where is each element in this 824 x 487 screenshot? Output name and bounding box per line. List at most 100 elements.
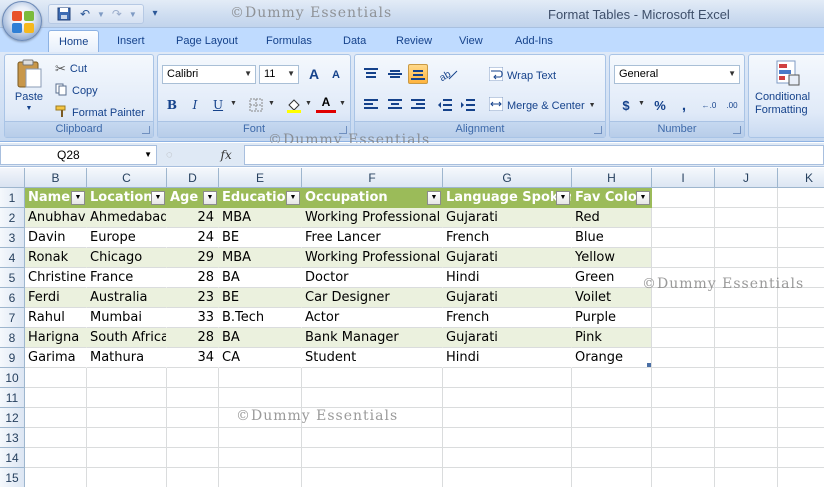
empty-cell[interactable] bbox=[87, 448, 167, 468]
table-cell[interactable]: 28 bbox=[167, 328, 219, 348]
cut-button[interactable]: ✂ Cut bbox=[55, 61, 87, 77]
tab-view[interactable]: View bbox=[449, 30, 493, 52]
tab-data[interactable]: Data bbox=[333, 30, 376, 52]
table-cell[interactable]: Working Professional bbox=[302, 248, 443, 268]
table-cell[interactable]: 23 bbox=[167, 288, 219, 308]
font-size-dropdown-icon[interactable]: ▼ bbox=[287, 69, 295, 78]
table-cell[interactable]: French bbox=[443, 228, 572, 248]
redo-dropdown-icon[interactable]: ▼ bbox=[129, 10, 137, 19]
table-cell[interactable]: Free Lancer bbox=[302, 228, 443, 248]
align-top-icon[interactable] bbox=[361, 64, 381, 84]
underline-button[interactable]: U bbox=[208, 95, 228, 115]
format-painter-button[interactable]: Format Painter bbox=[55, 105, 145, 121]
table-cell[interactable]: 28 bbox=[167, 268, 219, 288]
row-header-8[interactable]: 8 bbox=[0, 328, 25, 348]
table-cell[interactable]: Car Designer bbox=[302, 288, 443, 308]
table-cell[interactable]: Harigna bbox=[25, 328, 87, 348]
table-cell[interactable]: BE bbox=[219, 228, 302, 248]
empty-cell[interactable] bbox=[219, 368, 302, 388]
row-header-2[interactable]: 2 bbox=[0, 208, 25, 228]
column-header-k[interactable]: K bbox=[778, 168, 824, 188]
empty-cell[interactable] bbox=[652, 348, 715, 368]
filter-dropdown-icon[interactable]: ▼ bbox=[203, 191, 217, 205]
empty-cell[interactable] bbox=[778, 368, 824, 388]
empty-cell[interactable] bbox=[652, 188, 715, 208]
increase-decimal-icon[interactable]: ←.0 bbox=[698, 95, 720, 115]
empty-cell[interactable] bbox=[167, 408, 219, 428]
table-cell[interactable]: Anubhav bbox=[25, 208, 87, 228]
empty-cell[interactable] bbox=[715, 468, 778, 487]
empty-cell[interactable] bbox=[572, 428, 652, 448]
empty-cell[interactable] bbox=[715, 408, 778, 428]
redo-icon[interactable]: ↷ bbox=[108, 6, 126, 22]
empty-cell[interactable] bbox=[778, 408, 824, 428]
row-header-14[interactable]: 14 bbox=[0, 448, 25, 468]
empty-cell[interactable] bbox=[778, 248, 824, 268]
align-center-icon[interactable] bbox=[385, 95, 405, 115]
empty-cell[interactable] bbox=[25, 408, 87, 428]
empty-cell[interactable] bbox=[652, 368, 715, 388]
empty-cell[interactable] bbox=[652, 388, 715, 408]
table-cell[interactable]: Mumbai bbox=[87, 308, 167, 328]
column-header-g[interactable]: G bbox=[443, 168, 572, 188]
empty-cell[interactable] bbox=[778, 228, 824, 248]
empty-cell[interactable] bbox=[715, 308, 778, 328]
empty-cell[interactable] bbox=[652, 268, 715, 288]
tab-add-ins[interactable]: Add-Ins bbox=[505, 30, 563, 52]
table-header-cell[interactable]: Language Spoken bbox=[443, 188, 572, 208]
column-header-b[interactable]: B bbox=[25, 168, 87, 188]
table-cell[interactable]: MBA bbox=[219, 248, 302, 268]
table-cell[interactable]: Ferdi bbox=[25, 288, 87, 308]
table-cell[interactable]: South Africa bbox=[87, 328, 167, 348]
row-header-9[interactable]: 9 bbox=[0, 348, 25, 368]
table-cell[interactable]: Europe bbox=[87, 228, 167, 248]
empty-cell[interactable] bbox=[302, 388, 443, 408]
wrap-text-button[interactable]: Wrap Text bbox=[488, 66, 556, 84]
empty-cell[interactable] bbox=[572, 388, 652, 408]
row-header-4[interactable]: 4 bbox=[0, 248, 25, 268]
clipboard-launcher-icon[interactable] bbox=[142, 126, 150, 134]
decrease-decimal-icon[interactable]: .00 bbox=[721, 95, 743, 115]
percent-button[interactable]: % bbox=[650, 95, 670, 115]
undo-dropdown-icon[interactable]: ▼ bbox=[97, 10, 105, 19]
empty-cell[interactable] bbox=[778, 428, 824, 448]
tab-formulas[interactable]: Formulas bbox=[256, 30, 322, 52]
empty-cell[interactable] bbox=[167, 388, 219, 408]
formula-input[interactable] bbox=[244, 145, 824, 165]
row-header-7[interactable]: 7 bbox=[0, 308, 25, 328]
table-cell[interactable]: BA bbox=[219, 328, 302, 348]
formula-cancel-icon[interactable]: ◌ bbox=[166, 149, 173, 161]
empty-cell[interactable] bbox=[219, 408, 302, 428]
table-cell[interactable]: Davin bbox=[25, 228, 87, 248]
table-cell[interactable]: Working Professional bbox=[302, 208, 443, 228]
table-cell[interactable]: Gujarati bbox=[443, 208, 572, 228]
decrease-indent-icon[interactable] bbox=[435, 95, 455, 115]
empty-cell[interactable] bbox=[778, 448, 824, 468]
font-color-dropdown-icon[interactable]: ▼ bbox=[339, 100, 346, 107]
empty-cell[interactable] bbox=[443, 388, 572, 408]
row-header-11[interactable]: 11 bbox=[0, 388, 25, 408]
comma-button[interactable]: , bbox=[674, 95, 694, 115]
alignment-launcher-icon[interactable] bbox=[594, 126, 602, 134]
empty-cell[interactable] bbox=[302, 468, 443, 487]
table-cell[interactable]: Australia bbox=[87, 288, 167, 308]
table-cell[interactable]: MBA bbox=[219, 208, 302, 228]
filter-dropdown-icon[interactable]: ▼ bbox=[151, 191, 165, 205]
merge-center-dropdown-icon[interactable]: ▼ bbox=[589, 102, 596, 109]
empty-cell[interactable] bbox=[652, 428, 715, 448]
empty-cell[interactable] bbox=[778, 468, 824, 487]
empty-cell[interactable] bbox=[219, 428, 302, 448]
row-header-3[interactable]: 3 bbox=[0, 228, 25, 248]
empty-cell[interactable] bbox=[715, 368, 778, 388]
column-header-c[interactable]: C bbox=[87, 168, 167, 188]
table-cell[interactable]: CA bbox=[219, 348, 302, 368]
table-cell[interactable]: Actor bbox=[302, 308, 443, 328]
empty-cell[interactable] bbox=[572, 408, 652, 428]
table-cell[interactable]: Christine bbox=[25, 268, 87, 288]
table-cell[interactable]: Blue bbox=[572, 228, 652, 248]
increase-indent-icon[interactable] bbox=[458, 95, 478, 115]
empty-cell[interactable] bbox=[87, 368, 167, 388]
empty-cell[interactable] bbox=[652, 328, 715, 348]
font-color-button[interactable]: A bbox=[316, 93, 336, 113]
empty-cell[interactable] bbox=[715, 208, 778, 228]
